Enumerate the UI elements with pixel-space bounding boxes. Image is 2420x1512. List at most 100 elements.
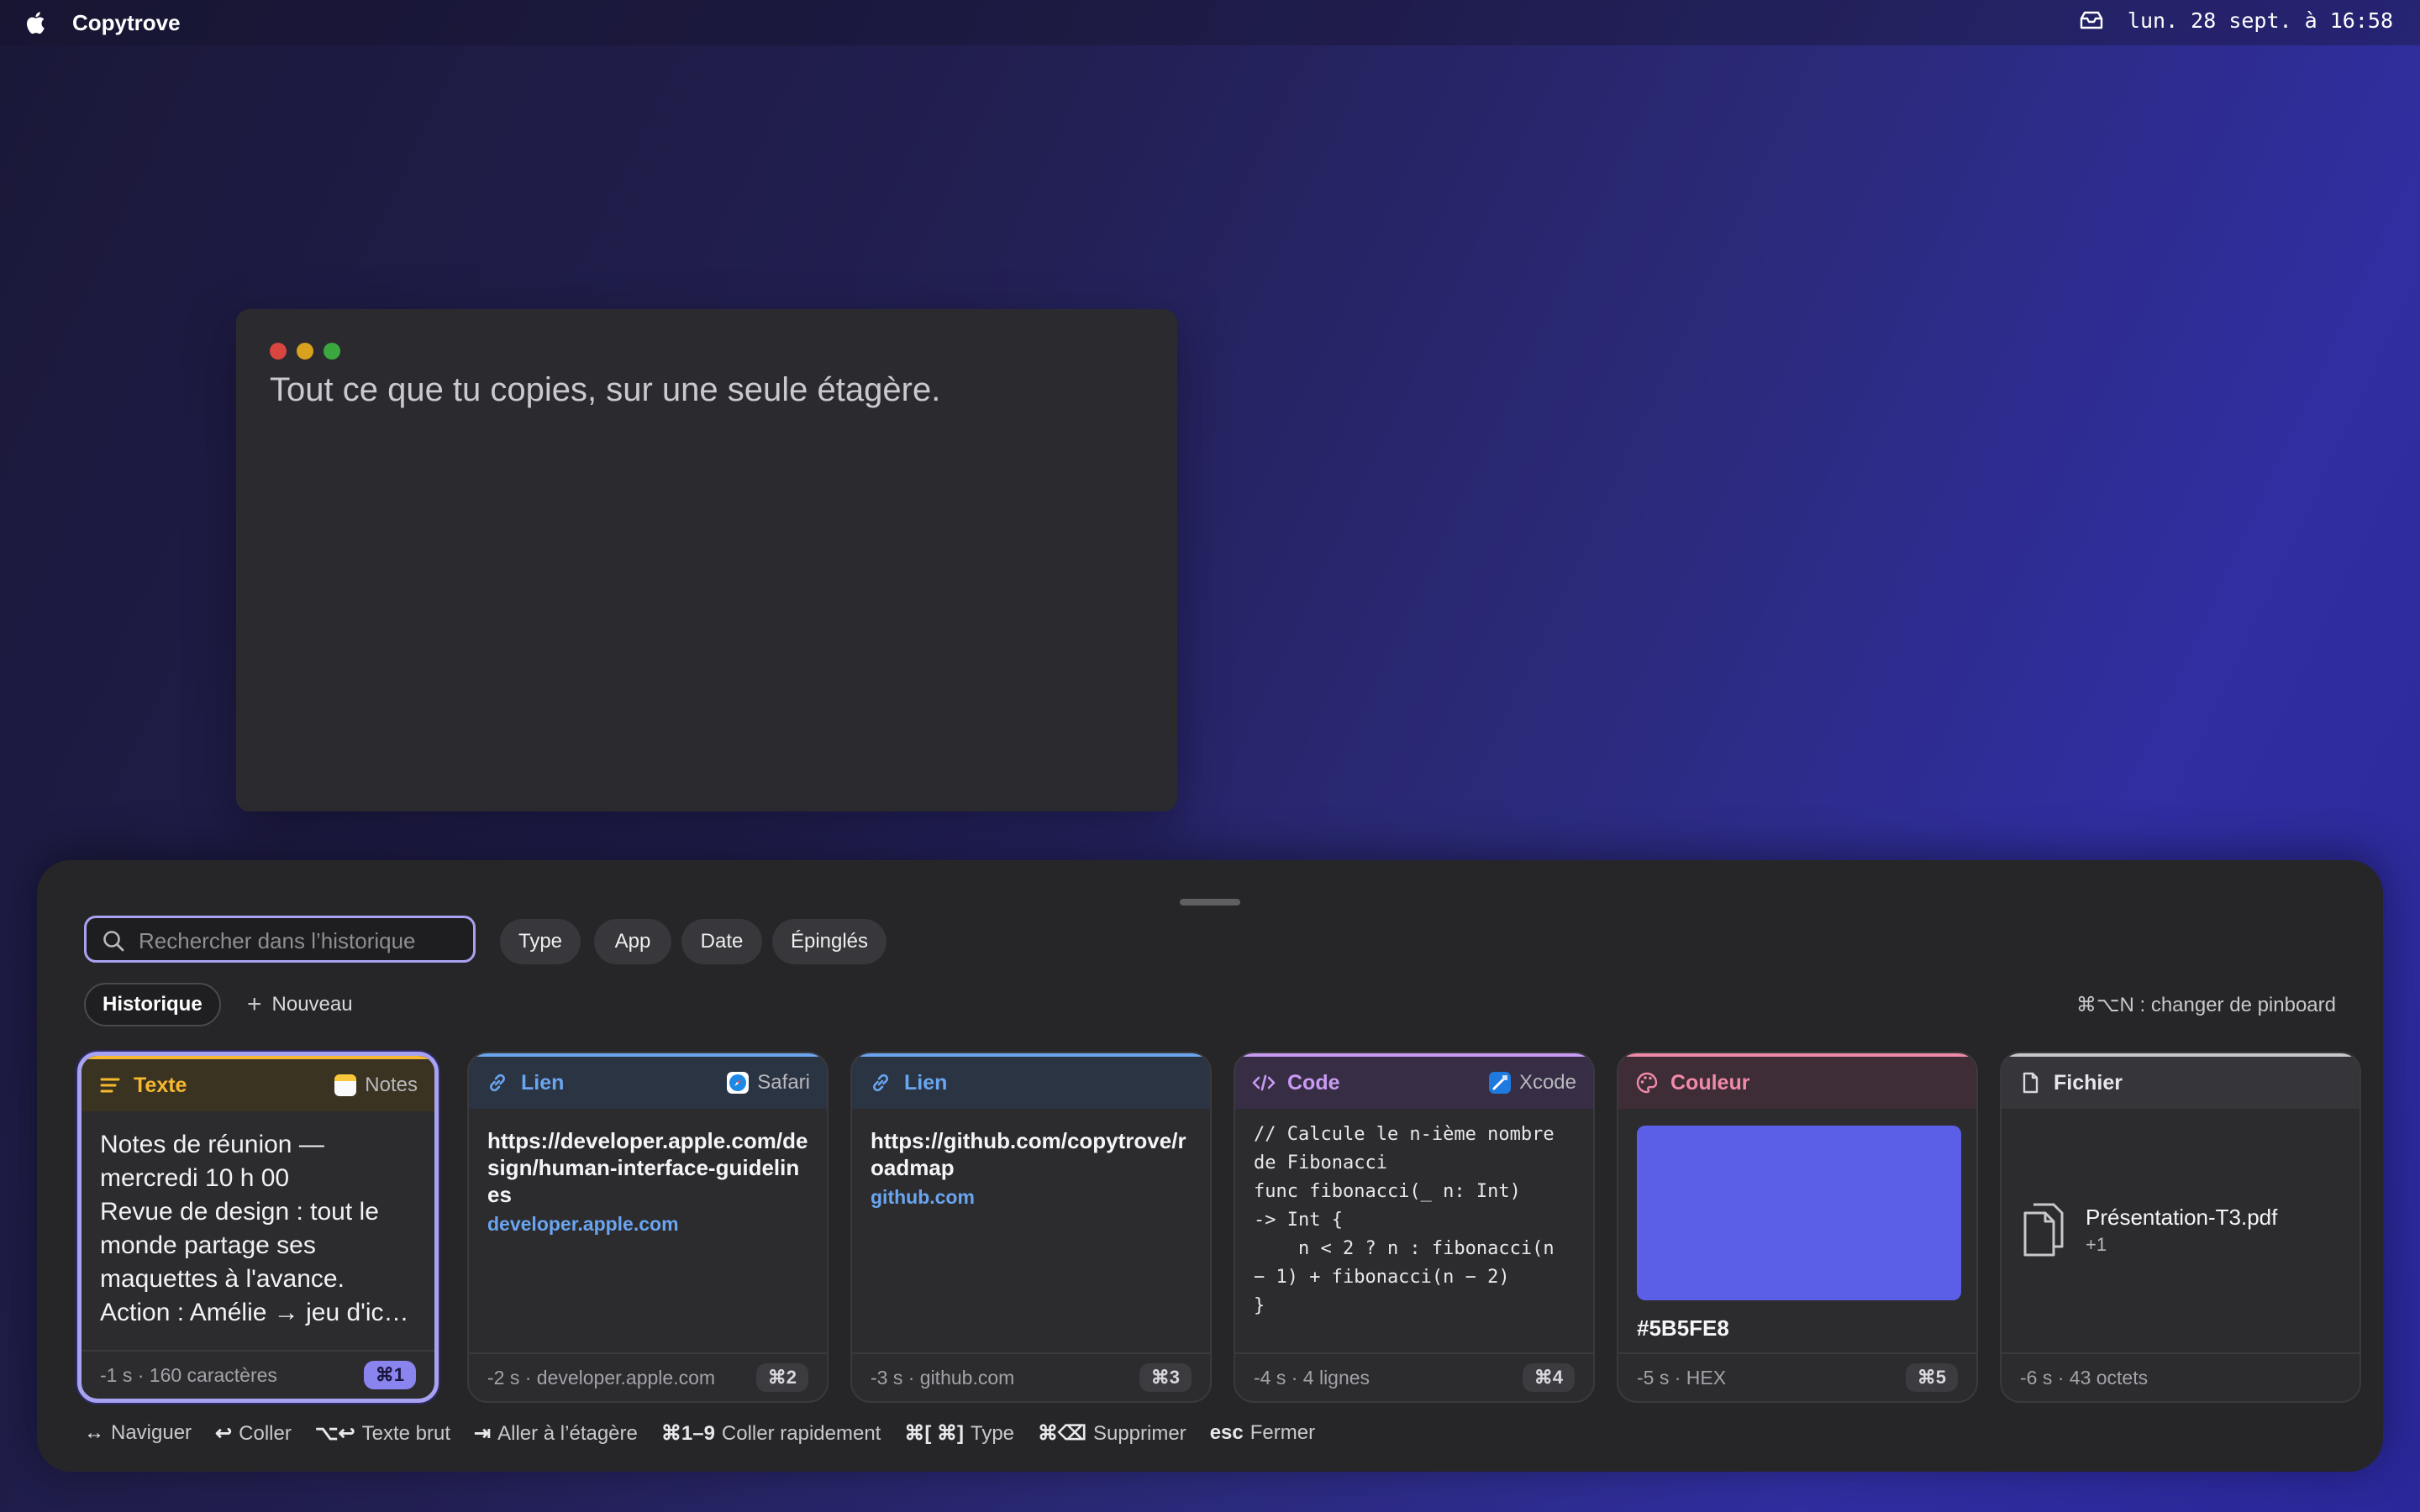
card-meta: -4 s · 4 lignes: [1254, 1366, 1370, 1389]
multiple-files-icon: [2023, 1203, 2064, 1257]
keyboard-shortcuts-bar: ↔ Naviguer ↩ Coller ⌥↩ Texte brut ⇥ Aller à …: [84, 1421, 1315, 1446]
link-url: https://developer.apple.com/design/human…: [487, 1128, 808, 1207]
shortcut-paste: ↩ Coller: [215, 1422, 292, 1445]
card-source-label: Xcode: [1518, 1071, 1576, 1094]
apple-logo-icon[interactable]: [25, 9, 49, 36]
document-window: Tout ce que tu copies, sur une seule éta…: [236, 309, 1177, 811]
card-shortcut-badge: ⌘5: [1905, 1363, 1958, 1392]
text-lines-icon: [100, 1078, 120, 1093]
card-content: https://developer.apple.com/design/human…: [487, 1127, 808, 1236]
card-shortcut-badge: ⌘3: [1139, 1363, 1192, 1392]
clip-card-link[interactable]: Lien Safari https://developer.apple.com/…: [467, 1052, 829, 1403]
file-extra-count: +1: [2086, 1233, 2107, 1255]
code-snippet: // Calcule le n-ième nombre de Fibonacci…: [1254, 1124, 1555, 1316]
note-line: Action : Amélie → jeu d'ic…: [100, 1299, 409, 1326]
zoom-window-button[interactable]: [324, 343, 340, 360]
clipboard-shelf: Type App Date Épinglés Historique + Nouv…: [37, 860, 2383, 1472]
document-headline[interactable]: Tout ce que tu copies, sur une seule éta…: [270, 371, 940, 409]
code-brackets-icon: [1252, 1074, 1276, 1091]
card-meta: -1 s · 160 caractères: [100, 1363, 277, 1386]
filter-pinned-button[interactable]: Épinglés: [772, 919, 886, 964]
card-type-label: Texte: [134, 1073, 187, 1097]
note-line: mercredi 10 h 00: [100, 1164, 290, 1192]
plus-icon: +: [247, 990, 262, 1018]
file-entry: Présentation-T3.pdf +1: [2020, 1201, 2277, 1258]
shortcut-plain-text: ⌥↩ Texte brut: [314, 1422, 450, 1445]
document-icon: [2023, 1072, 2039, 1094]
clip-card-file[interactable]: Fichier Présentation-T3.pdf +1 -6 s · 43…: [2000, 1052, 2361, 1403]
xcode-app-icon: [1488, 1072, 1511, 1094]
card-shortcut-badge: ⌘1: [363, 1361, 416, 1389]
color-hex-value: #5B5FE8: [1637, 1315, 1729, 1341]
card-header: Fichier: [2002, 1053, 2360, 1109]
card-header: Code Xcode: [1235, 1053, 1593, 1109]
notes-app-icon: [334, 1074, 357, 1096]
minimize-window-button[interactable]: [297, 343, 313, 360]
card-header: Lien: [852, 1053, 1210, 1109]
card-meta: -6 s · 43 octets: [2020, 1366, 2149, 1389]
card-source-label: Safari: [757, 1071, 810, 1094]
note-line: Revue de design : tout le: [100, 1198, 379, 1226]
card-content: // Calcule le n-ième nombre de Fibonacci…: [1254, 1121, 1575, 1320]
card-content: #5B5FE8: [1637, 1126, 1961, 1341]
card-header: Texte Notes: [82, 1056, 434, 1111]
card-type-label: Code: [1287, 1070, 1340, 1095]
menu-bar: Copytrove lun. 28 sept. à 16:58: [0, 0, 2420, 45]
close-window-button[interactable]: [270, 343, 287, 360]
card-header: Lien Safari: [469, 1053, 827, 1109]
filter-date-button[interactable]: Date: [681, 919, 762, 964]
search-field[interactable]: [84, 916, 476, 963]
card-footer: -2 s · developer.apple.com ⌘2: [469, 1352, 827, 1401]
note-line: maquettes à l'avance.: [100, 1265, 345, 1293]
filter-type-button[interactable]: Type: [500, 919, 581, 964]
link-url: https://github.com/copytrove/roadmap: [871, 1128, 1186, 1180]
shortcut-type: ⌘[ ⌘] Type: [904, 1422, 1015, 1445]
link-icon: [490, 1074, 505, 1092]
search-input[interactable]: [137, 925, 468, 957]
shelf-grabber-handle[interactable]: [1180, 899, 1240, 906]
card-footer: -4 s · 4 lignes ⌘4: [1235, 1352, 1593, 1401]
card-meta: -5 s · HEX: [1637, 1366, 1727, 1389]
clip-card-color[interactable]: Couleur #5B5FE8 -5 s · HEX ⌘5: [1617, 1052, 1978, 1403]
shortcut-delete: ⌘⌫ Supprimer: [1038, 1422, 1186, 1445]
card-shortcut-badge: ⌘4: [1522, 1363, 1575, 1392]
clipboard-tray-icon[interactable]: [2077, 9, 2106, 33]
menu-app-name[interactable]: Copytrove: [72, 10, 181, 36]
clip-card-link[interactable]: Lien https://github.com/copytrove/roadma…: [850, 1052, 1212, 1403]
card-header: Couleur: [1618, 1053, 1976, 1109]
link-host: developer.apple.com: [487, 1213, 679, 1235]
shortcut-navigate: ↔ Naviguer: [84, 1421, 192, 1444]
shortcut-close: esc Fermer: [1209, 1421, 1316, 1444]
menu-clock[interactable]: lun. 28 sept. à 16:58: [2128, 8, 2393, 33]
new-pinboard-button[interactable]: + Nouveau: [247, 983, 353, 1026]
card-source-app: Safari: [727, 1071, 810, 1095]
new-pinboard-label: Nouveau: [271, 993, 353, 1016]
card-source-app: Notes: [334, 1074, 418, 1097]
file-name: Présentation-T3.pdf: [2086, 1204, 2278, 1230]
clip-card-code[interactable]: Code Xcode // Calcule le n-ième nombre d…: [1234, 1052, 1595, 1403]
search-icon: [103, 931, 124, 952]
card-shortcut-badge: ⌘2: [755, 1363, 808, 1392]
card-source-label: Notes: [365, 1074, 418, 1096]
pinboard-shortcut-hint: ⌘⌥N : changer de pinboard: [2075, 994, 2336, 1016]
card-type-label: Lien: [904, 1070, 948, 1095]
note-line: Notes de réunion —: [100, 1131, 324, 1158]
card-source-app: Xcode: [1488, 1071, 1576, 1095]
card-footer: -3 s · github.com ⌘3: [852, 1352, 1210, 1401]
card-type-label: Lien: [521, 1070, 565, 1095]
card-footer: -1 s · 160 caractères ⌘1: [82, 1350, 434, 1399]
shortcut-quick-paste: ⌘1–9 Coller rapidement: [660, 1422, 881, 1445]
card-content: Notes de réunion — mercredi 10 h 00 Revu…: [100, 1128, 416, 1330]
safari-app-icon: [727, 1072, 750, 1094]
note-line: monde partage ses: [100, 1231, 316, 1259]
shortcut-go-to-shelf: ⇥ Aller à l’étagère: [474, 1422, 638, 1445]
clip-card-text[interactable]: Texte Notes Notes de réunion — mercredi …: [77, 1052, 439, 1403]
pinboard-tab-history[interactable]: Historique: [84, 983, 221, 1026]
card-meta: -3 s · github.com: [871, 1366, 1015, 1389]
filter-app-button[interactable]: App: [594, 919, 671, 964]
link-icon: [873, 1074, 888, 1092]
palette-icon: [1636, 1072, 1658, 1094]
link-host: github.com: [871, 1186, 975, 1208]
card-type-label: Couleur: [1670, 1070, 1750, 1095]
card-content: https://github.com/copytrove/roadmap git…: [871, 1127, 1192, 1209]
